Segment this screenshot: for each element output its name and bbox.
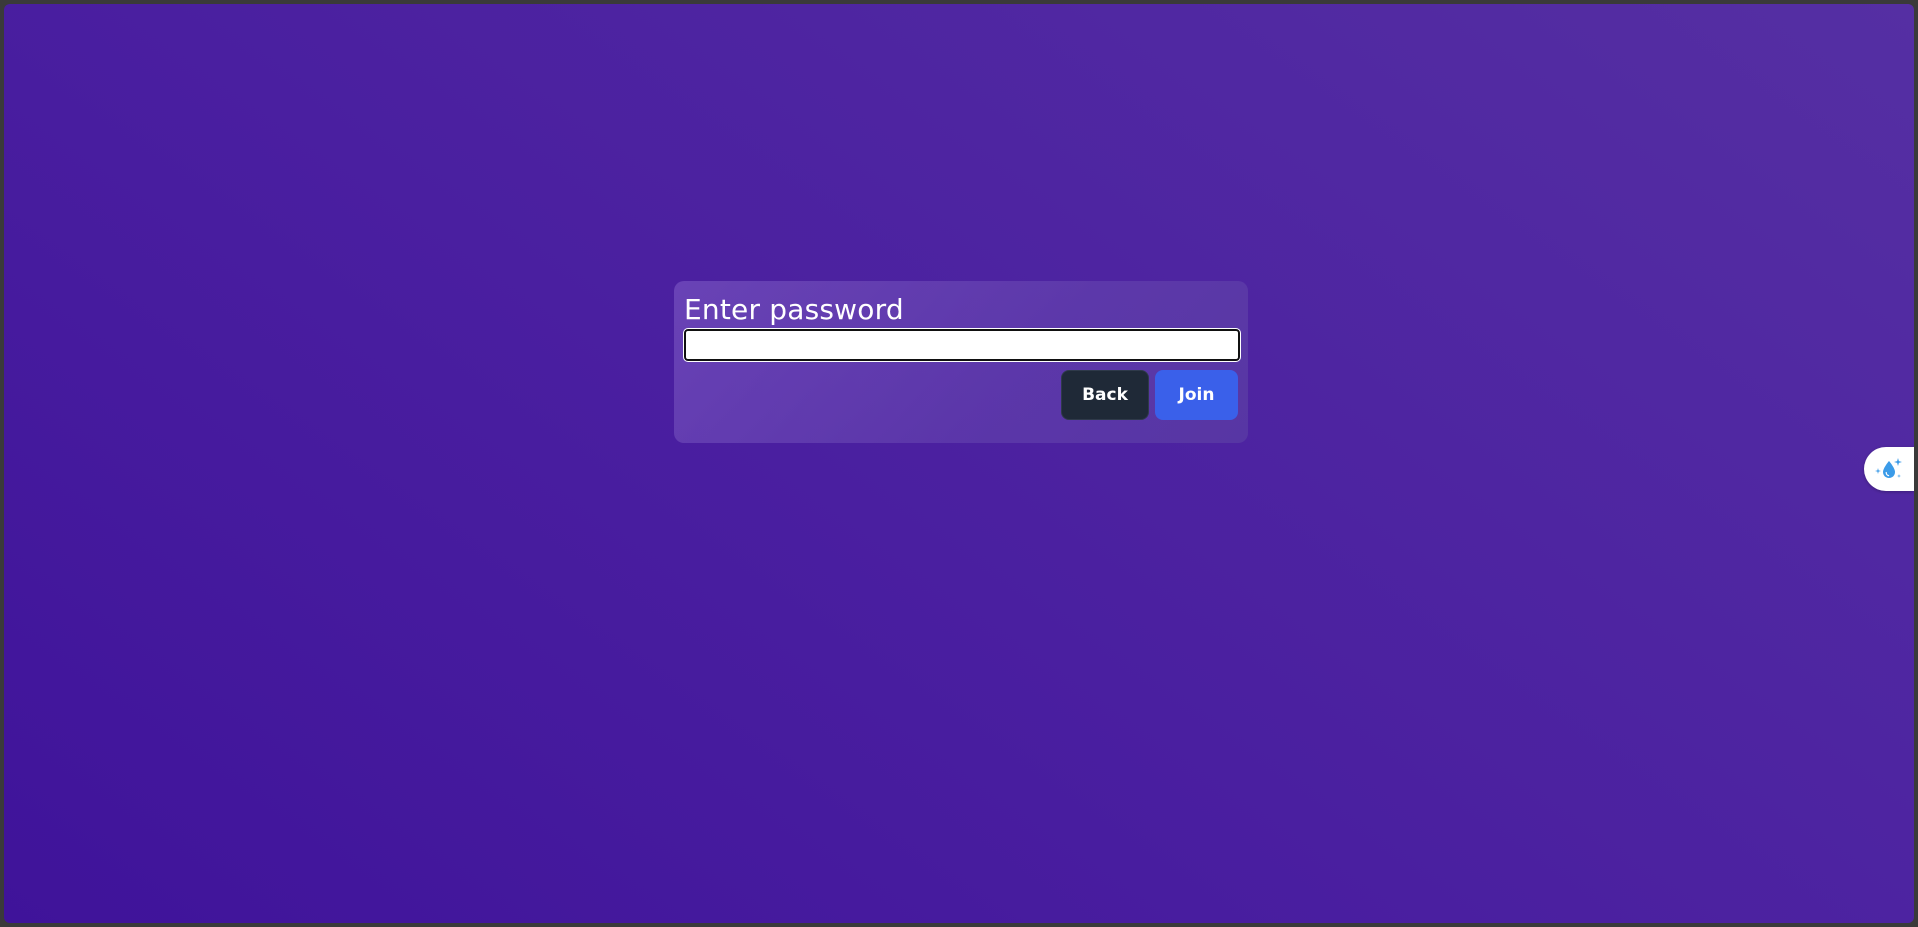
app-viewport: Enter password Back Join — [4, 4, 1914, 923]
back-button[interactable]: Back — [1061, 370, 1149, 420]
side-widget-tab[interactable] — [1864, 447, 1914, 491]
dialog-title: Enter password — [684, 293, 904, 326]
dialog-actions: Back Join — [684, 370, 1238, 420]
join-button[interactable]: Join — [1155, 370, 1238, 420]
water-drop-sparkle-icon — [1873, 455, 1905, 483]
password-input[interactable] — [683, 328, 1241, 362]
password-dialog: Enter password Back Join — [674, 281, 1248, 443]
